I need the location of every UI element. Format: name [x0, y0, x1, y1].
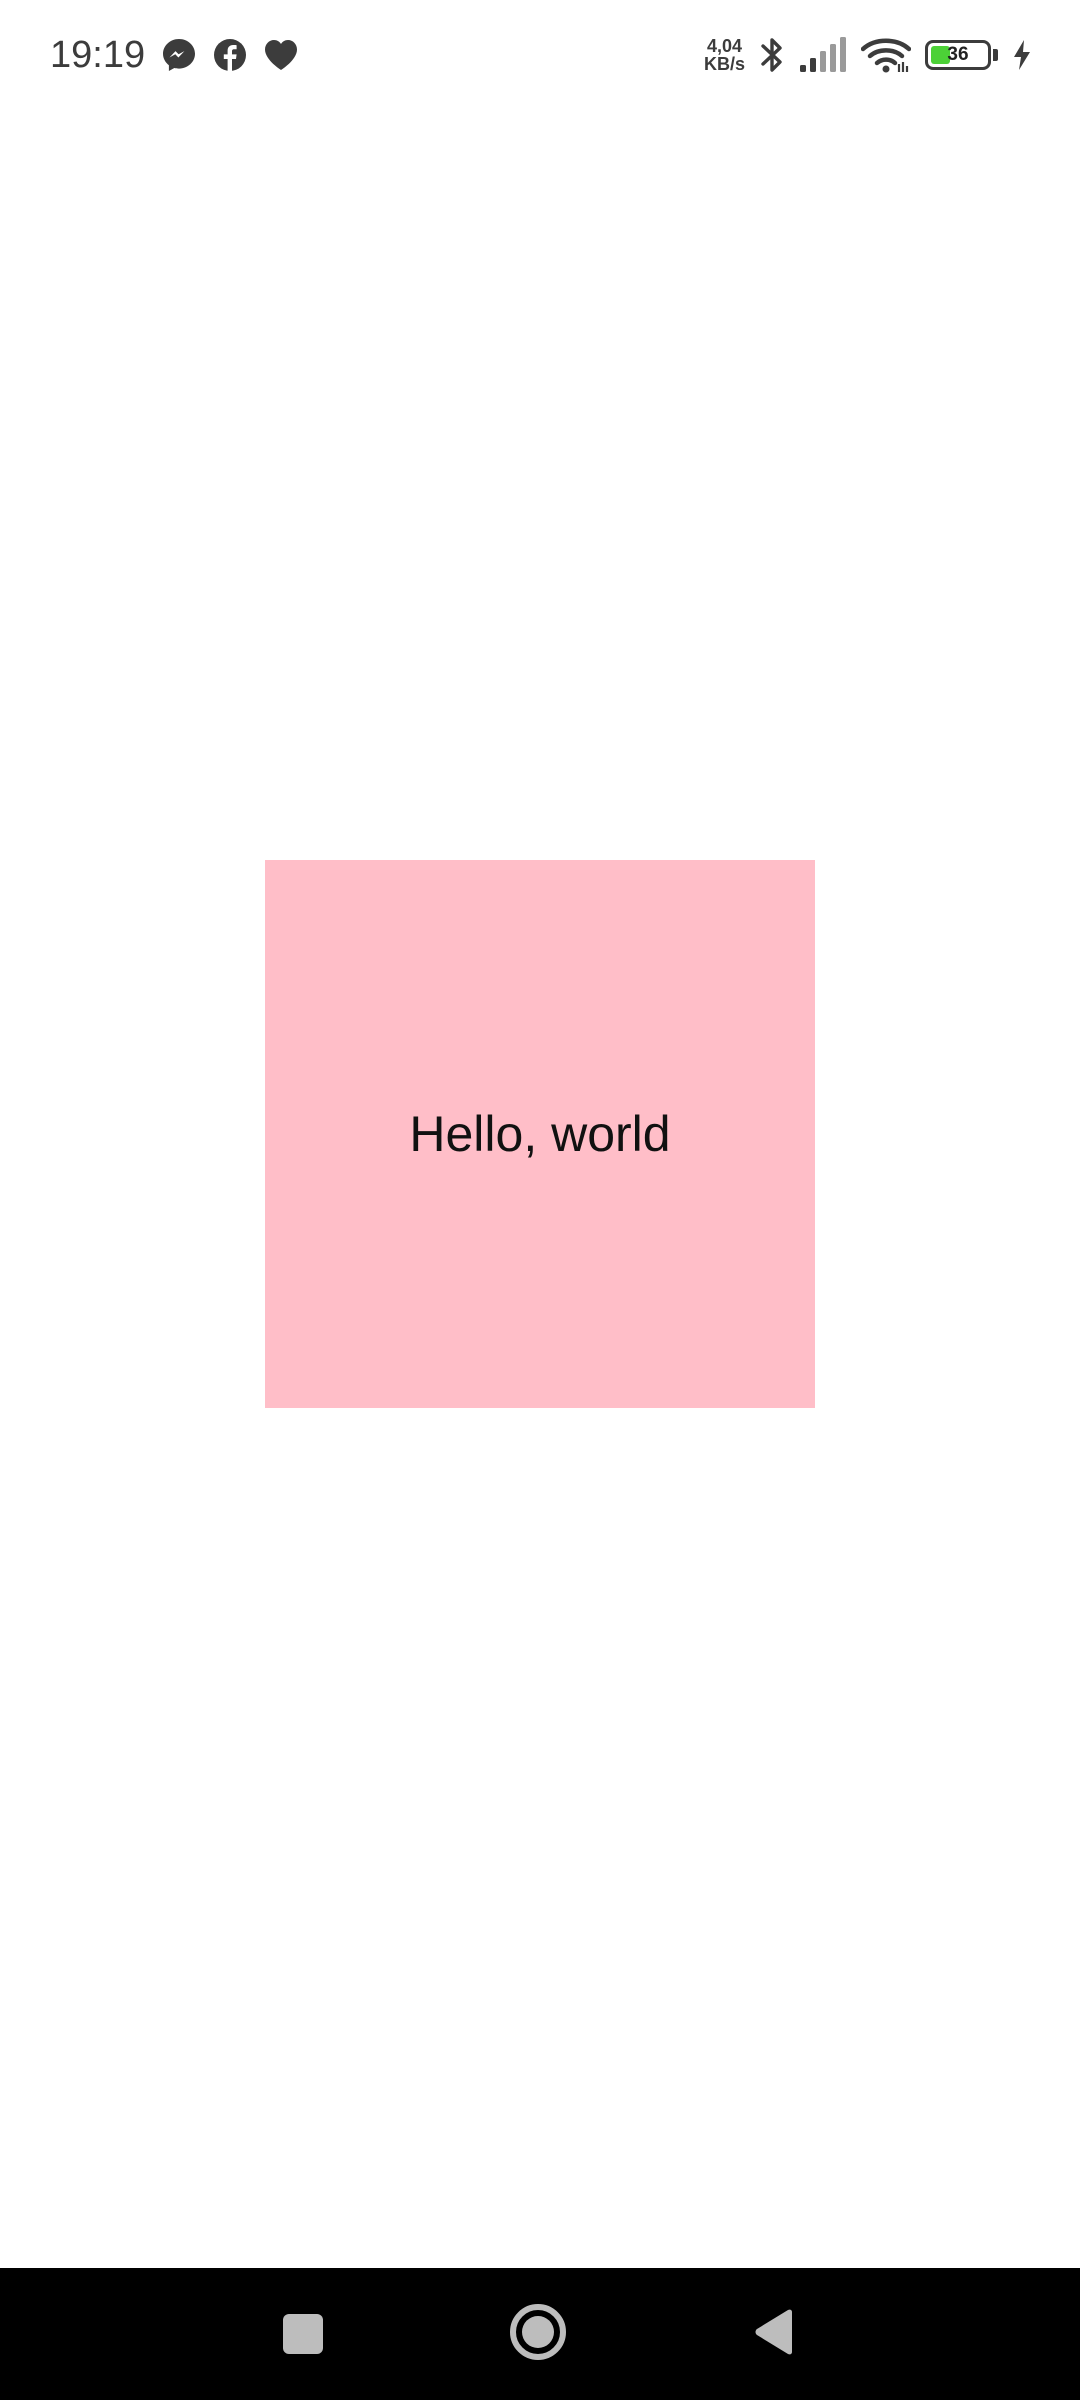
clock: 19:19 — [50, 33, 146, 76]
network-speed: 4,04 KB/s — [704, 37, 745, 73]
network-speed-unit: KB/s — [703, 54, 745, 74]
hello-text: Hello, world — [409, 1106, 671, 1162]
back-button[interactable] — [714, 2268, 834, 2400]
heart-icon — [263, 38, 299, 72]
network-speed-value: 4,04 — [706, 36, 743, 56]
status-left: 19:19 — [50, 30, 299, 80]
recents-button[interactable] — [243, 2268, 363, 2400]
charging-bolt-icon — [1012, 39, 1032, 71]
back-triangle-icon — [752, 2308, 796, 2361]
bluetooth-icon — [759, 35, 785, 75]
battery-tip — [993, 49, 998, 61]
messenger-icon — [161, 37, 197, 73]
wifi-icon — [861, 36, 911, 74]
home-button[interactable] — [478, 2268, 598, 2400]
navigation-bar — [0, 2268, 1080, 2400]
facebook-icon — [213, 38, 247, 72]
status-right: 4,04 KB/s 36 — [704, 30, 1032, 80]
recents-square-icon — [283, 2314, 323, 2354]
status-bar: 19:19 4,04 KB/s 36 — [0, 0, 1080, 108]
battery-icon: 36 — [925, 40, 991, 70]
hello-card: Hello, world — [265, 860, 815, 1408]
battery-level: 36 — [947, 44, 969, 65]
screen: 19:19 4,04 KB/s 36 Hello, world — [0, 0, 1080, 2400]
signal-icon — [799, 37, 847, 73]
home-circle-icon — [508, 2302, 568, 2367]
